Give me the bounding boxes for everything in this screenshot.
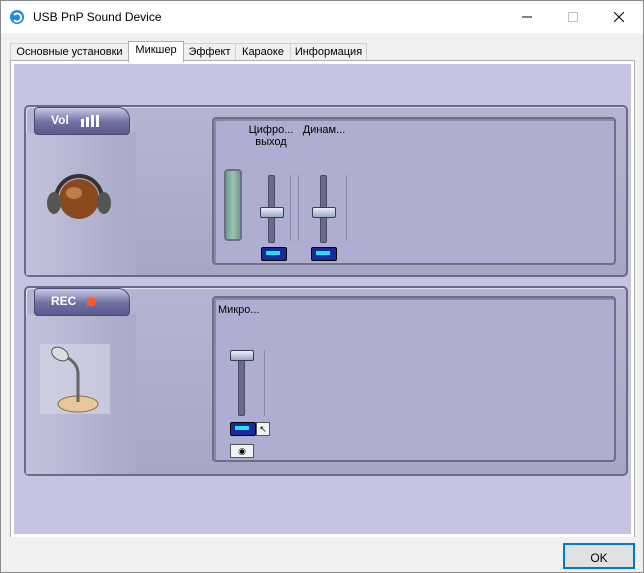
- tab-karaoke[interactable]: Караоке: [235, 43, 291, 61]
- rec-badge: REC: [34, 288, 130, 316]
- microphone-slider-thumb[interactable]: [230, 350, 254, 361]
- minimize-icon: [522, 16, 532, 18]
- volume-bars-icon: [81, 115, 99, 127]
- tab-mixer[interactable]: Микшер: [128, 41, 184, 62]
- vol-badge: Vol: [34, 107, 130, 135]
- tab-effect[interactable]: Эффект: [183, 43, 236, 61]
- close-button[interactable]: [596, 1, 642, 33]
- channel-label-speakers: Динам...: [302, 124, 346, 136]
- microphone-mute-toggle[interactable]: [230, 422, 256, 436]
- sound-app-icon: [10, 10, 24, 24]
- tab-information[interactable]: Информация: [290, 43, 367, 61]
- mixer-tab-panel: Vol Цифро... выход Динам... REC Микро...…: [10, 60, 635, 538]
- digital-out-slider-thumb[interactable]: [260, 207, 284, 218]
- minimize-button[interactable]: [504, 1, 550, 33]
- close-icon: [614, 12, 624, 22]
- record-source-toggle[interactable]: ◉: [230, 444, 254, 458]
- microphone-icon: [40, 344, 110, 414]
- dialog-button-bar: [1, 537, 643, 572]
- digital-out-mute-toggle[interactable]: [261, 247, 287, 261]
- microphone-ticks: [264, 350, 265, 416]
- window-title: USB PnP Sound Device: [33, 10, 162, 24]
- speakers-slider-thumb[interactable]: [312, 207, 336, 218]
- speakers-mute-toggle[interactable]: [311, 247, 337, 261]
- playback-section: Vol Цифро... выход Динам...: [24, 105, 628, 277]
- record-section: REC Микро... ↖ ◉: [24, 286, 628, 476]
- title-bar: USB PnP Sound Device: [1, 1, 643, 33]
- app-window: USB PnP Sound Device Основные установки …: [0, 0, 644, 573]
- record-indicator-icon: [87, 298, 95, 306]
- master-volume-meter: [224, 169, 242, 241]
- ok-button[interactable]: OK: [563, 543, 635, 569]
- headphones-icon: [47, 174, 111, 219]
- microphone-slider-track[interactable]: [238, 354, 245, 416]
- tab-basic-settings[interactable]: Основные установки: [10, 43, 129, 61]
- rec-badge-label: REC: [51, 294, 77, 308]
- record-channels-panel: Микро... ↖ ◉: [212, 296, 616, 462]
- vol-badge-label: Vol: [51, 113, 69, 127]
- digital-out-ticks: [290, 175, 291, 241]
- link-icon[interactable]: ↖: [256, 422, 270, 436]
- playback-channels-panel: Цифро... выход Динам...: [212, 117, 616, 265]
- mixer-background: Vol Цифро... выход Динам... REC Микро...…: [14, 64, 631, 534]
- record-icon-panel: [26, 314, 136, 474]
- channel-label-digital-out: Цифро... выход: [248, 124, 294, 148]
- speakers-ticks-right: [346, 175, 347, 241]
- maximize-icon: [568, 12, 578, 22]
- channel-label-microphone: Микро...: [218, 304, 260, 316]
- maximize-button[interactable]: [550, 1, 596, 33]
- speakers-ticks: [298, 175, 299, 241]
- playback-icon-panel: [26, 133, 136, 275]
